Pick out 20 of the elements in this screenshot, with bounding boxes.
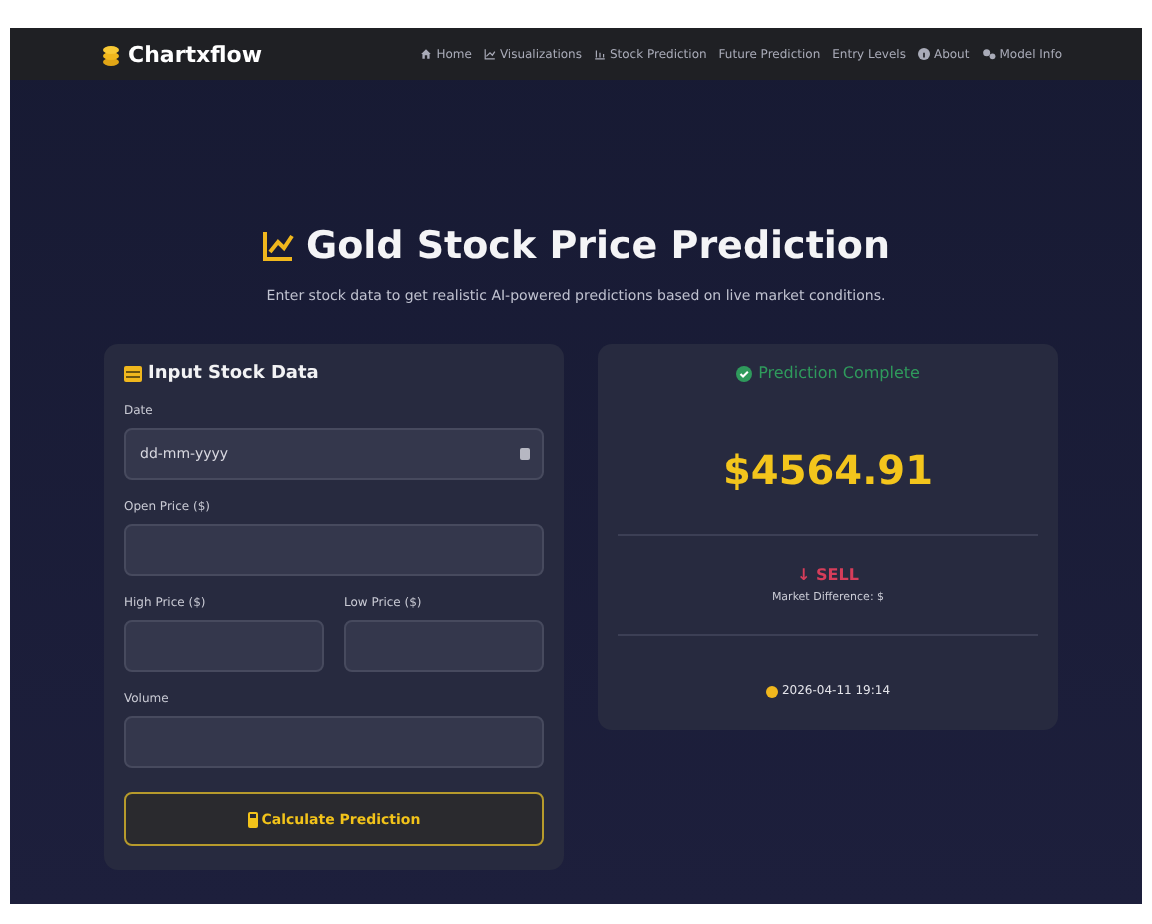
card-title: Input Stock Data — [148, 364, 319, 384]
page-title: Gold Stock Price Prediction — [305, 224, 890, 268]
calendar-icon[interactable] — [520, 448, 530, 460]
chart-icon — [483, 48, 496, 60]
input-field[interactable] — [124, 620, 324, 672]
predicted-price: $4564.91 — [720, 446, 935, 494]
calculator-icon — [247, 811, 258, 827]
status-text: Prediction Complete — [758, 364, 920, 382]
info-icon — [917, 48, 930, 60]
line-chart-icon — [261, 230, 294, 262]
sell-signal: ↓ SELL — [795, 566, 861, 584]
input-field[interactable] — [124, 716, 544, 768]
brand-name[interactable]: Chartxflow — [128, 41, 262, 67]
table-icon — [124, 366, 142, 382]
home-icon — [420, 48, 433, 60]
bar-chart-icon — [593, 48, 606, 60]
input-field[interactable] — [124, 524, 544, 576]
coins-icon — [102, 43, 120, 65]
check-circle-icon — [736, 365, 753, 381]
input-field[interactable] — [344, 620, 544, 672]
